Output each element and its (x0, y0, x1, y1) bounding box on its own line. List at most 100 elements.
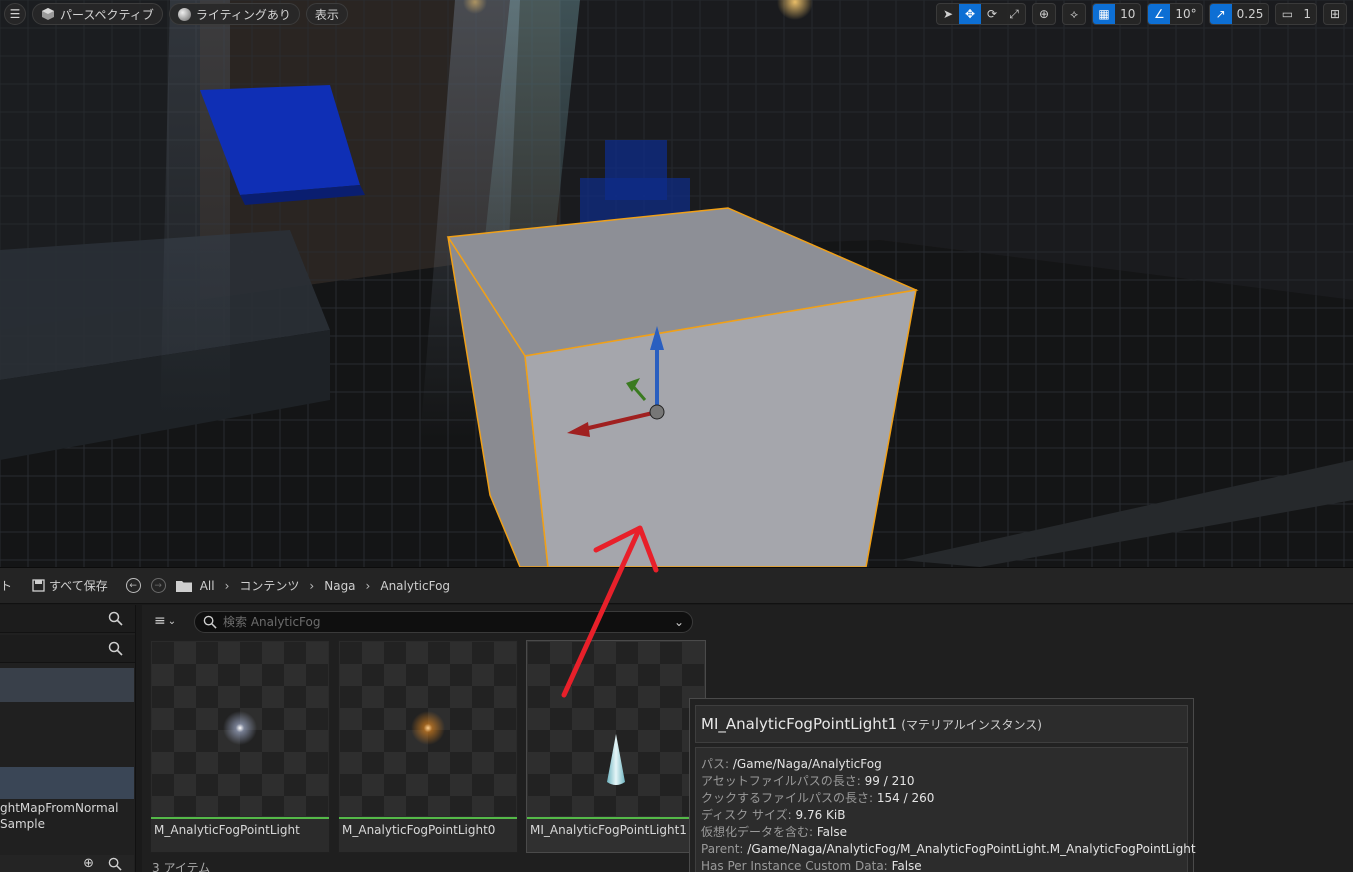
asset-thumbnail (152, 642, 328, 816)
asset-name: M_AnalyticFogPointLight (154, 823, 300, 837)
cursor-icon: ➤ (943, 7, 954, 21)
save-all-label: すべて保存 (49, 579, 108, 593)
chevron-right-icon: › (224, 578, 230, 593)
rotate-mode-button[interactable]: ⟳ (981, 4, 1003, 24)
camera-icon: ▭ (1281, 7, 1294, 21)
tooltip-key: アセットファイルパスの長さ: (701, 774, 861, 788)
history-back-button[interactable]: ← (125, 578, 141, 593)
asset-search-input[interactable] (223, 615, 668, 629)
tooltip-value: False (891, 859, 922, 872)
tooltip-row: アセットファイルパスの長さ: 99 / 210 (701, 773, 1187, 790)
asset-tile[interactable]: M_AnalyticFogPointLight (150, 640, 330, 853)
tooltip-asset-type: (マテリアルインスタンス) (901, 717, 1042, 732)
folder-tree-item-hover[interactable] (0, 668, 134, 702)
arrow-right-icon: → (154, 580, 162, 591)
angle-icon: ∠ (1153, 7, 1165, 21)
translate-mode-button[interactable]: ✥ (959, 4, 982, 24)
asset-thumbnail (528, 642, 704, 816)
surface-snap-button[interactable]: ⟡ (1062, 3, 1087, 25)
search-icon[interactable] (108, 641, 123, 656)
chevron-down-icon[interactable]: ⌄ (674, 615, 684, 629)
chevron-right-icon: › (365, 578, 371, 593)
tooltip-key: Parent: (701, 842, 744, 856)
folder-tree-labels: ghtMapFromNormal Sample (0, 800, 118, 832)
show-label: 表示 (314, 7, 339, 22)
asset-type-bar (339, 817, 517, 819)
folder-tree-item-label[interactable]: ghtMapFromNormal (0, 800, 118, 816)
asset-type-bar (151, 817, 329, 819)
scale-snap-group[interactable]: ↗ 0.25 (1208, 3, 1270, 25)
favorites-search-row[interactable] (0, 605, 135, 633)
asset-tooltip: MI_AnalyticFogPointLight1 (マテリアルインスタンス) … (689, 698, 1196, 872)
show-button[interactable]: 表示 (305, 3, 348, 25)
asset-tile-selected[interactable]: MI_AnalyticFogPointLight1 (526, 640, 706, 853)
perspective-button[interactable]: パースペクティブ (32, 3, 163, 25)
asset-name: M_AnalyticFogPointLight0 (342, 823, 496, 837)
breadcrumb-item[interactable]: Naga (324, 579, 355, 593)
folder-icon (175, 581, 192, 592)
rotation-snap-group[interactable]: ∠ 10° (1147, 3, 1203, 25)
move-icon: ✥ (965, 7, 976, 21)
tooltip-key: ディスク サイズ: (701, 808, 792, 822)
lit-sphere-icon (177, 7, 191, 21)
viewport-menu-button[interactable]: ☰ (4, 3, 26, 25)
search-icon[interactable] (108, 857, 122, 871)
grid-snap-value: 10 (1120, 7, 1136, 21)
filter-button[interactable]: ≡ ⌄ (154, 613, 176, 629)
asset-tile[interactable]: M_AnalyticFogPointLight0 (338, 640, 518, 853)
tooltip-value: 99 / 210 (864, 774, 915, 788)
camera-speed-value: 1 (1303, 7, 1311, 21)
viewport-toolbar-right: ➤ ✥ ⟳ ⤢ ⊕ ⟡ ▦ 10 ∠ 10° ↗ 0.25 ▭ 1 ⊞ (936, 3, 1347, 25)
import-button-partial[interactable]: ト (0, 577, 12, 594)
history-forward-button[interactable]: → (150, 578, 166, 593)
arrow-left-icon: ← (129, 580, 137, 591)
tooltip-key: クックするファイルパスの長さ: (701, 791, 874, 805)
chevron-down-icon: ⌄ (167, 615, 177, 627)
tooltip-key: Has Per Instance Custom Data: (701, 859, 888, 872)
search-icon (203, 615, 217, 629)
level-viewport[interactable]: ☰ パースペクティブ ライティングあり 表示 ➤ ✥ ⟳ ⤢ ⊕ ⟡ ▦ 10 … (0, 0, 1353, 567)
tooltip-key: パス: (701, 757, 730, 771)
tooltip-value: 154 / 260 (876, 791, 935, 805)
lighting-mode-button[interactable]: ライティングあり (168, 3, 300, 25)
camera-speed-group[interactable]: ▭ 1 (1275, 3, 1317, 25)
surface-snap-icon: ⟡ (1070, 6, 1079, 21)
tooltip-title: MI_AnalyticFogPointLight1 (701, 715, 898, 733)
tooltip-row: クックするファイルパスの長さ: 154 / 260 (701, 790, 1187, 807)
add-circle-icon[interactable]: ⊕ (83, 856, 94, 871)
viewport-scene[interactable] (0, 0, 1353, 567)
asset-search[interactable]: ⌄ (194, 611, 693, 633)
breadcrumb-item[interactable]: All (200, 579, 215, 593)
collections-header: ⊕ (0, 855, 134, 872)
tooltip-row: Has Per Instance Custom Data: False (701, 858, 1187, 872)
breadcrumb-item[interactable]: AnalyticFog (380, 579, 450, 593)
tooltip-value: False (816, 825, 847, 839)
breadcrumb: All › コンテンツ › Naga › AnalyticFog (175, 577, 450, 594)
tooltip-key: 仮想化データを含む: (701, 825, 814, 839)
save-icon (32, 579, 45, 592)
select-mode-button[interactable]: ➤ (937, 4, 959, 24)
viewport-toolbar-left: ☰ パースペクティブ ライティングあり 表示 (4, 3, 348, 25)
cube-icon (42, 8, 54, 20)
scale-mode-button[interactable]: ⤢ (1003, 4, 1025, 24)
tooltip-row: Parent: /Game/Naga/AnalyticFog/M_Analyti… (701, 841, 1196, 858)
folder-tree-item-selected[interactable] (0, 767, 134, 799)
layout-grid-icon: ⊞ (1329, 7, 1341, 21)
perspective-label: パースペクティブ (60, 7, 154, 22)
tooltip-row: ディスク サイズ: 9.76 KiB (701, 807, 1187, 824)
transform-tools: ➤ ✥ ⟳ ⤢ (936, 3, 1027, 25)
tooltip-value: /Game/Naga/AnalyticFog/M_AnalyticFogPoin… (747, 842, 1196, 856)
tooltip-details: パス: /Game/Naga/AnalyticFog アセットファイルパスの長さ… (695, 747, 1196, 872)
item-count: 3 アイテム (152, 861, 211, 872)
layout-button[interactable]: ⊞ (1323, 3, 1347, 25)
chevron-right-icon: › (309, 578, 315, 593)
grid-snap-group[interactable]: ▦ 10 (1092, 3, 1142, 25)
tooltip-value: /Game/Naga/AnalyticFog (732, 757, 882, 771)
asset-name: MI_AnalyticFogPointLight1 (530, 823, 687, 837)
coordinate-space-button[interactable]: ⊕ (1032, 3, 1057, 25)
save-all-button[interactable]: すべて保存 (32, 577, 108, 594)
folders-search-row[interactable] (0, 635, 135, 663)
folder-tree-item-label[interactable]: Sample (0, 816, 118, 832)
breadcrumb-item[interactable]: コンテンツ (239, 577, 299, 594)
search-icon[interactable] (108, 611, 123, 626)
